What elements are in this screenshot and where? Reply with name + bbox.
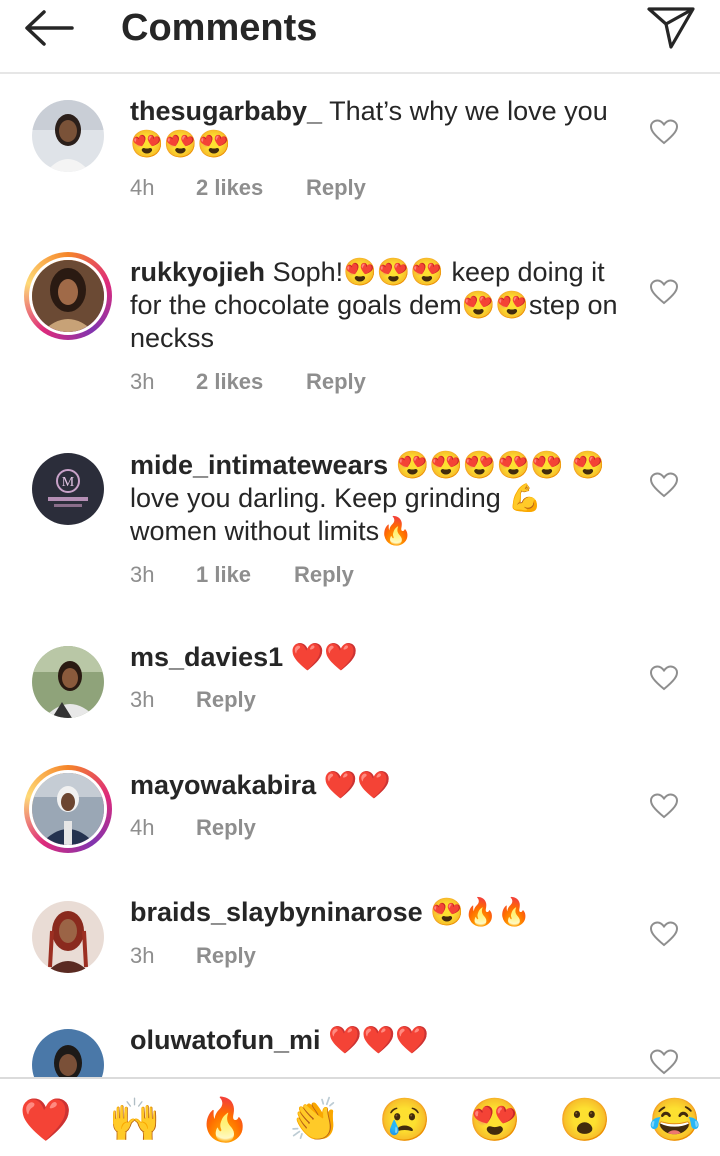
comment-body: thesugarbaby_ That’s why we love you 😍😍😍 bbox=[130, 95, 618, 161]
reaction-surprised[interactable]: 😮 bbox=[555, 1095, 615, 1145]
comment-body: ms_davies1 ❤️❤️ bbox=[130, 641, 618, 674]
app-header: Comments bbox=[0, 0, 720, 74]
comment-likes[interactable]: 2 likes bbox=[196, 173, 263, 203]
heart-outline-icon[interactable] bbox=[650, 119, 678, 145]
comment-username[interactable]: ms_davies1 bbox=[130, 642, 283, 672]
back-arrow-icon[interactable] bbox=[22, 8, 74, 48]
comment-body: rukkyojieh Soph!😍😍😍 keep doing it for th… bbox=[130, 256, 618, 355]
reply-button[interactable]: Reply bbox=[196, 685, 256, 715]
comment-text: ❤️❤️❤️ bbox=[328, 1025, 429, 1055]
reply-button[interactable]: Reply bbox=[196, 941, 256, 971]
comment-body: braids_slaybyninarose 😍🔥🔥 bbox=[130, 896, 618, 929]
reaction-clap[interactable]: 👏 bbox=[285, 1095, 345, 1145]
avatar[interactable] bbox=[32, 901, 104, 973]
emoji-reaction-bar: ❤️ 🙌 🔥 👏 😢 😍 😮 😂 bbox=[0, 1077, 720, 1156]
avatar[interactable] bbox=[32, 100, 104, 172]
reply-button[interactable]: Reply bbox=[306, 173, 366, 203]
reaction-crying[interactable]: 😢 bbox=[375, 1095, 435, 1145]
reply-button[interactable]: Reply bbox=[196, 813, 256, 843]
avatar[interactable] bbox=[32, 1029, 104, 1077]
comment-text: ❤️❤️ bbox=[290, 642, 358, 672]
avatar[interactable]: M bbox=[32, 453, 104, 525]
comment-text: ❤️❤️ bbox=[323, 770, 391, 800]
avatar[interactable] bbox=[32, 646, 104, 718]
comment-list[interactable]: thesugarbaby_ That’s why we love you 😍😍😍… bbox=[0, 75, 720, 1077]
page-title: Comments bbox=[121, 7, 318, 49]
heart-outline-icon[interactable] bbox=[650, 665, 678, 691]
svg-text:M: M bbox=[62, 475, 75, 490]
send-icon[interactable] bbox=[646, 4, 696, 50]
heart-outline-icon[interactable] bbox=[650, 472, 678, 498]
avatar[interactable] bbox=[24, 765, 112, 853]
comment-username[interactable]: mide_intimatewears bbox=[130, 450, 388, 480]
comment-username[interactable]: rukkyojieh bbox=[130, 257, 265, 287]
comment-likes[interactable]: 2 likes bbox=[196, 367, 263, 397]
heart-outline-icon[interactable] bbox=[650, 921, 678, 947]
reaction-heart[interactable]: ❤️ bbox=[16, 1095, 76, 1145]
comment-username[interactable]: mayowakabira bbox=[130, 770, 316, 800]
comment-body: mayowakabira ❤️❤️ bbox=[130, 769, 618, 802]
comment-username[interactable]: thesugarbaby_ bbox=[130, 96, 322, 126]
comment-likes[interactable]: 1 like bbox=[196, 560, 251, 590]
comment-body: oluwatofun_mi ❤️❤️❤️ bbox=[130, 1024, 618, 1057]
reaction-heart-eyes[interactable]: 😍 bbox=[465, 1095, 525, 1145]
heart-outline-icon[interactable] bbox=[650, 1049, 678, 1075]
comment-text: 😍🔥🔥 bbox=[430, 897, 532, 927]
comment-time: 3h bbox=[130, 369, 155, 394]
reaction-fire[interactable]: 🔥 bbox=[195, 1095, 255, 1145]
comment-time: 3h bbox=[130, 562, 155, 587]
avatar[interactable] bbox=[24, 252, 112, 340]
comment-username[interactable]: oluwatofun_mi bbox=[130, 1025, 321, 1055]
comment-time: 3h bbox=[130, 687, 155, 712]
comment-username[interactable]: braids_slaybyninarose bbox=[130, 897, 423, 927]
reaction-raised-hands[interactable]: 🙌 bbox=[105, 1095, 165, 1145]
heart-outline-icon[interactable] bbox=[650, 793, 678, 819]
reply-button[interactable]: Reply bbox=[294, 560, 354, 590]
comment-time: 4h bbox=[130, 815, 155, 840]
heart-outline-icon[interactable] bbox=[650, 279, 678, 305]
comment-body: mide_intimatewears 😍😍😍😍😍 😍 love you darl… bbox=[130, 449, 618, 548]
comment-time: 4h bbox=[130, 175, 155, 200]
reply-button[interactable]: Reply bbox=[306, 367, 366, 397]
comment-time: 3h bbox=[130, 943, 155, 968]
reaction-laughing[interactable]: 😂 bbox=[645, 1095, 705, 1145]
